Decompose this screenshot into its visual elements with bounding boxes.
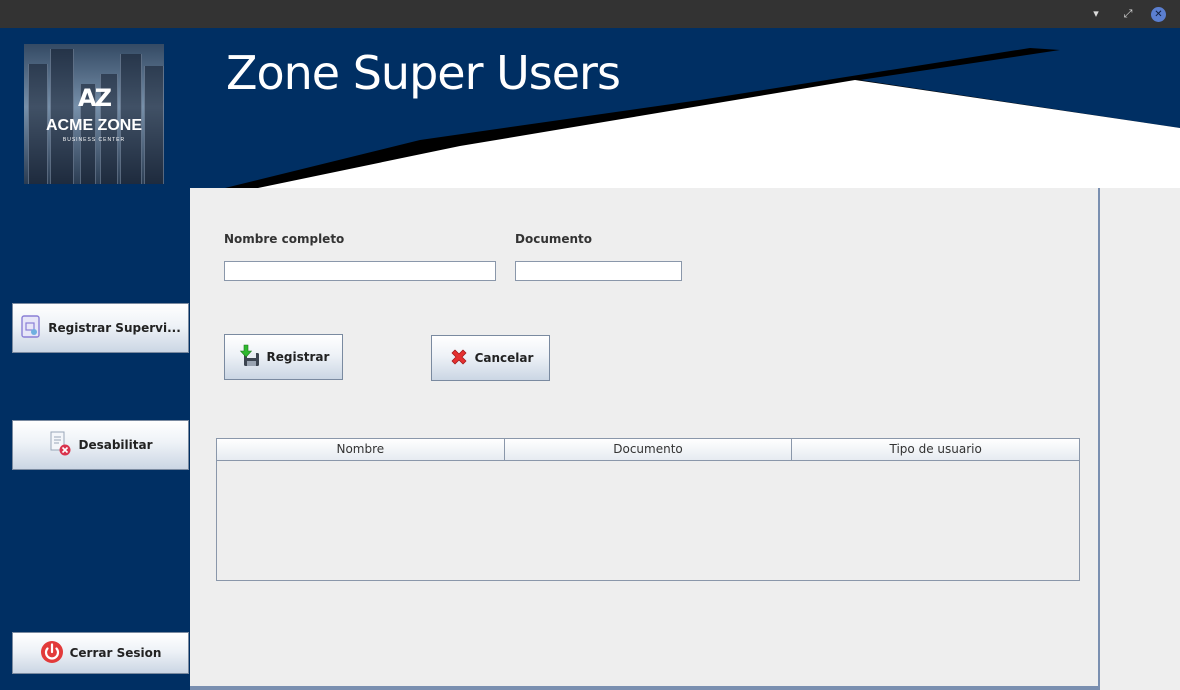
app-header: AZ ACME ZONE BUSINESS CENTER Zone Super … [0, 28, 1180, 188]
cancelar-label: Cancelar [474, 351, 534, 365]
nombre-completo-label: Nombre completo [224, 232, 345, 246]
column-header-nombre[interactable]: Nombre [217, 439, 505, 460]
main-panel: Nombre completo Documento Registrar Canc… [190, 188, 1098, 686]
table-header: Nombre Documento Tipo de usuario [217, 439, 1080, 461]
sidebar-item-desabilitar[interactable]: Desabilitar [12, 420, 189, 470]
bottom-border [190, 686, 1098, 690]
cancelar-button[interactable]: Cancelar [431, 335, 550, 381]
nombre-completo-input[interactable] [224, 261, 496, 281]
minimize-button[interactable]: ▾ [1088, 6, 1104, 22]
users-table[interactable]: Nombre Documento Tipo de usuario [216, 438, 1080, 581]
save-download-icon [238, 344, 262, 371]
documento-label: Documento [515, 232, 593, 246]
sidebar-item-label: Cerrar Sesion [69, 646, 162, 660]
logo-mark: AZ [78, 84, 112, 112]
close-button[interactable]: ✕ [1151, 7, 1166, 22]
documento-input[interactable] [515, 261, 682, 281]
sidebar-item-label: Desabilitar [78, 438, 153, 452]
document-register-icon [20, 314, 42, 342]
power-icon [40, 640, 64, 667]
sidebar-item-registrar-supervisor[interactable]: Registrar Supervi... [12, 303, 189, 353]
window-titlebar: ▾ ⤢ ✕ [0, 0, 1180, 28]
sidebar-item-label: Registrar Supervi... [48, 321, 181, 335]
logo-subtitle: BUSINESS CENTER [62, 137, 126, 143]
column-header-documento[interactable]: Documento [504, 439, 793, 460]
page-title: Zone Super Users [226, 46, 621, 100]
right-side-panel [1098, 188, 1180, 690]
logout-button[interactable]: Cerrar Sesion [12, 632, 189, 674]
company-logo: AZ ACME ZONE BUSINESS CENTER [24, 44, 164, 184]
column-header-tipo-usuario[interactable]: Tipo de usuario [792, 439, 1080, 460]
registrar-button[interactable]: Registrar [224, 334, 343, 380]
restore-button[interactable]: ⤢ [1120, 6, 1136, 22]
document-disable-icon [48, 431, 72, 460]
cancel-x-icon [448, 346, 470, 371]
logo-name: ACME ZONE [46, 117, 142, 134]
table-body[interactable] [217, 461, 1079, 581]
registrar-label: Registrar [266, 350, 330, 364]
